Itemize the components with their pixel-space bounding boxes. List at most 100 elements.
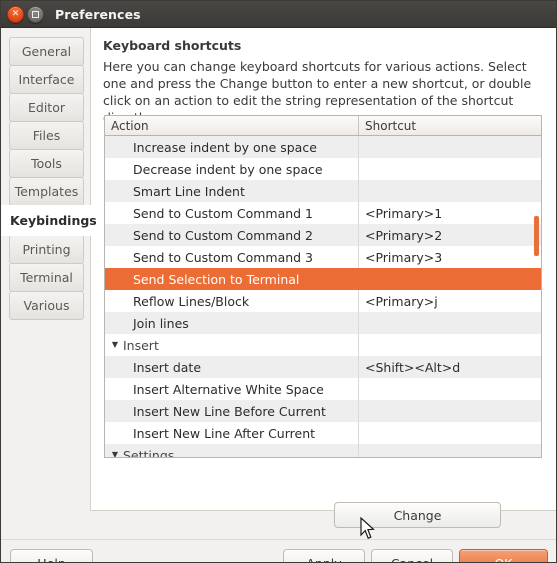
dialog-action-area: Help Apply Cancel OK	[1, 539, 556, 562]
action-label: Insert Alternative White Space	[133, 381, 324, 397]
chevron-down-icon[interactable]: ▼	[107, 341, 123, 349]
shortcut-label: <Primary>j	[365, 293, 438, 309]
cell-action: Reflow Lines/Block	[105, 290, 359, 312]
table-row[interactable]: ▼ Settings	[105, 444, 541, 458]
cell-shortcut	[359, 158, 541, 180]
shortcut-label: <Primary>1	[365, 205, 443, 221]
sidebar-item-label: Keybindings	[10, 213, 97, 228]
table-row[interactable]: Send to Custom Command 3 <Primary>3	[105, 246, 541, 268]
sidebar-item-terminal[interactable]: Terminal	[9, 263, 84, 292]
sidebar-item-label: Various	[23, 298, 70, 313]
change-button[interactable]: Change	[334, 502, 501, 528]
cell-shortcut: <Primary>1	[359, 202, 541, 224]
cell-shortcut: <Primary>3	[359, 246, 541, 268]
action-label: Smart Line Indent	[133, 183, 245, 199]
cancel-button[interactable]: Cancel	[371, 549, 453, 562]
cell-action: Send to Custom Command 2	[105, 224, 359, 246]
cell-action: Insert New Line Before Current	[105, 400, 359, 422]
sidebar-item-label: Editor	[28, 100, 65, 115]
apply-button[interactable]: Apply	[283, 549, 365, 562]
action-label: Send to Custom Command 1	[133, 205, 314, 221]
action-label: Send to Custom Command 2	[133, 227, 314, 243]
table-row[interactable]: Increase indent by one space	[105, 136, 541, 158]
cell-shortcut: <Primary>2	[359, 224, 541, 246]
cell-shortcut	[359, 180, 541, 202]
sidebar-item-editor[interactable]: Editor	[9, 93, 84, 122]
shortcut-label: <Shift><Alt>d	[365, 359, 461, 375]
cell-shortcut: <Primary>j	[359, 290, 541, 312]
sidebar-item-various[interactable]: Various	[9, 291, 84, 320]
cell-action: Join lines	[105, 312, 359, 334]
action-label: Decrease indent by one space	[133, 161, 323, 177]
cell-action: Send to Custom Command 1	[105, 202, 359, 224]
table-row[interactable]: Insert Alternative White Space	[105, 378, 541, 400]
cell-action: Send to Custom Command 3	[105, 246, 359, 268]
maximize-icon[interactable]	[27, 5, 44, 23]
action-label: Settings	[123, 447, 175, 458]
table-row[interactable]: ▼ Insert	[105, 334, 541, 356]
sidebar-item-label: Interface	[18, 72, 75, 87]
table-row[interactable]: Send Selection to Terminal	[105, 268, 541, 290]
sidebar-item-general[interactable]: General	[9, 37, 84, 66]
table-row[interactable]: Join lines	[105, 312, 541, 334]
table-row[interactable]: Reflow Lines/Block <Primary>j	[105, 290, 541, 312]
sidebar-item-files[interactable]: Files	[9, 121, 84, 150]
table-scrollbar[interactable]	[529, 116, 541, 457]
keybindings-panel: Keyboard shortcuts Here you can change k…	[91, 28, 556, 528]
help-button[interactable]: Help	[10, 549, 93, 562]
action-label: Insert New Line After Current	[133, 425, 316, 441]
table-row[interactable]: Decrease indent by one space	[105, 158, 541, 180]
table-row[interactable]: Insert date <Shift><Alt>d	[105, 356, 541, 378]
sidebar-item-tools[interactable]: Tools	[9, 149, 84, 178]
action-label: Join lines	[133, 315, 189, 331]
table-row[interactable]: Send to Custom Command 2 <Primary>2	[105, 224, 541, 246]
action-label: Send to Custom Command 3	[133, 249, 314, 265]
action-label: Insert	[123, 337, 159, 353]
sidebar-item-label: General	[21, 44, 72, 59]
action-label: Increase indent by one space	[133, 139, 317, 155]
cell-action: Increase indent by one space	[105, 136, 359, 158]
cell-shortcut: <Shift><Alt>d	[359, 356, 541, 378]
sidebar-item-label: Templates	[14, 184, 79, 199]
sidebar-item-templates[interactable]: Templates	[9, 177, 84, 206]
cell-shortcut	[359, 136, 541, 158]
dialog-body: General Interface Editor Files Tools Template…	[1, 28, 556, 562]
chevron-down-icon[interactable]: ▼	[107, 451, 123, 458]
cell-shortcut	[359, 422, 541, 444]
cell-shortcut	[359, 444, 541, 457]
sidebar-item-label: Tools	[31, 156, 62, 171]
cell-action: ▼ Insert	[105, 334, 359, 356]
ok-button[interactable]: OK	[459, 549, 548, 562]
action-label: Insert New Line Before Current	[133, 403, 326, 419]
cell-shortcut	[359, 334, 541, 356]
settings-tab-list: General Interface Editor Files Tools Template…	[1, 28, 97, 511]
table-scrollbar-thumb[interactable]	[534, 216, 539, 256]
table-row[interactable]: Insert New Line Before Current	[105, 400, 541, 422]
cell-action: Insert date	[105, 356, 359, 378]
shortcuts-table: Action Shortcut Increase indent by one s…	[104, 115, 542, 458]
sidebar-item-label: Printing	[22, 242, 71, 257]
cell-shortcut	[359, 378, 541, 400]
sidebar-item-printing[interactable]: Printing	[9, 235, 84, 264]
cell-shortcut	[359, 312, 541, 334]
sidebar-item-interface[interactable]: Interface	[9, 65, 84, 94]
table-row[interactable]: Insert New Line After Current	[105, 422, 541, 444]
page-title: Keyboard shortcuts	[103, 38, 242, 53]
action-label: Send Selection to Terminal	[133, 271, 300, 287]
sidebar-item-keybindings[interactable]: Keybindings	[1, 205, 97, 236]
shortcut-label: <Primary>3	[365, 249, 443, 265]
cell-shortcut	[359, 400, 541, 422]
table-row[interactable]: Smart Line Indent	[105, 180, 541, 202]
action-label: Insert date	[133, 359, 202, 375]
table-header-row: Action Shortcut	[105, 116, 541, 136]
cell-shortcut	[359, 268, 541, 290]
column-header-shortcut[interactable]: Shortcut	[359, 116, 541, 135]
close-icon[interactable]: ✕	[7, 5, 24, 23]
table-body: Increase indent by one space Decrease ind…	[105, 136, 541, 458]
table-row[interactable]: Send to Custom Command 1 <Primary>1	[105, 202, 541, 224]
cell-action: Insert Alternative White Space	[105, 378, 359, 400]
column-header-action[interactable]: Action	[105, 116, 359, 135]
maximize-glyph	[32, 10, 39, 18]
sidebar-item-label: Terminal	[20, 270, 73, 285]
shortcut-label: <Primary>2	[365, 227, 443, 243]
